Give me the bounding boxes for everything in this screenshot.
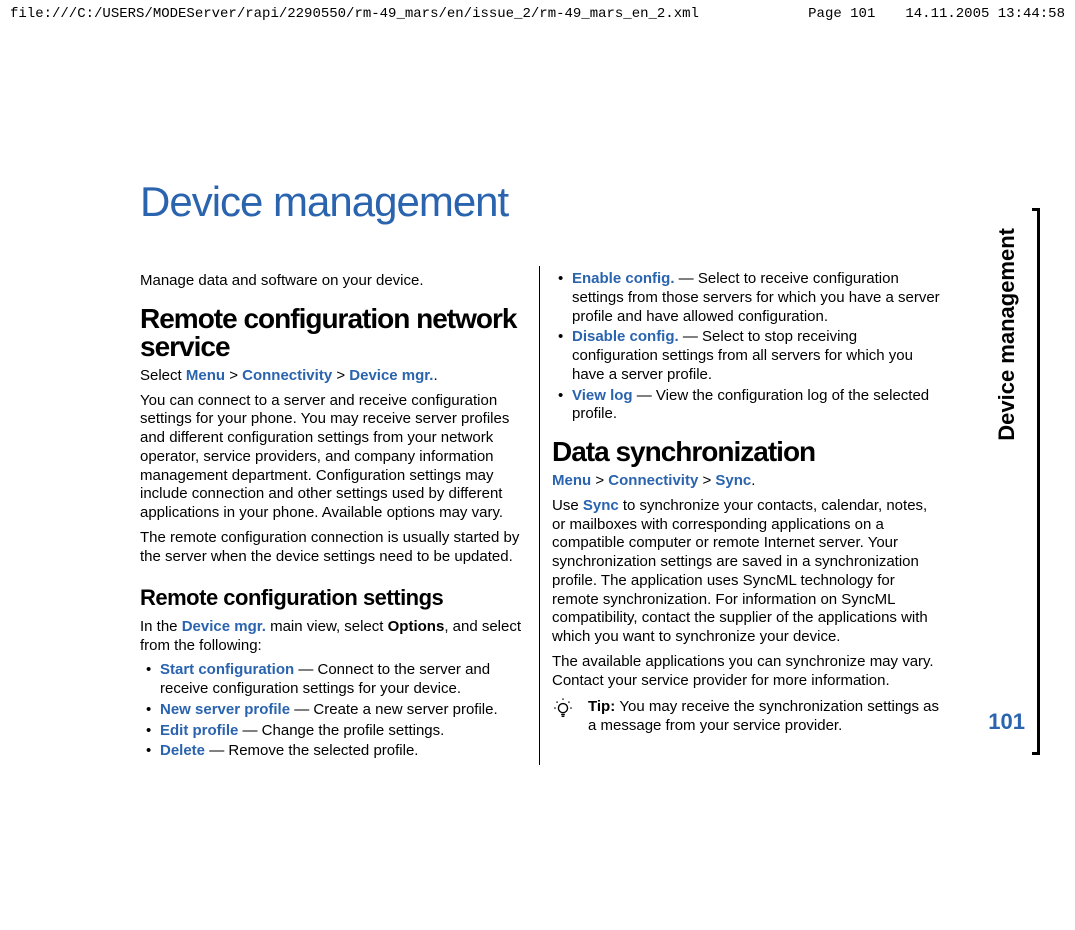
timestamp: 14.11.2005 13:44:58 bbox=[905, 6, 1065, 22]
tip-icon bbox=[552, 698, 576, 736]
list-item: Edit profile — Change the profile settin… bbox=[140, 722, 527, 741]
page-title: Device management bbox=[140, 178, 940, 226]
nav-sync: Sync bbox=[715, 472, 751, 489]
list-item: New server profile — Create a new server… bbox=[140, 701, 527, 720]
data-sync-heading: Data synchronization bbox=[552, 438, 940, 466]
nav-menu: Menu bbox=[552, 472, 591, 489]
remote-config-para1: You can connect to a server and receive … bbox=[140, 392, 527, 523]
column-right: Enable config. — Select to receive confi… bbox=[540, 266, 940, 765]
sync-availability-para: The available applications you can synch… bbox=[552, 653, 940, 691]
sidebar-section-label: Device management bbox=[994, 228, 1020, 441]
tip-text: Tip: You may receive the synchronization… bbox=[588, 698, 940, 736]
page-header: file:///C:/USERS/MODEServer/rapi/2290550… bbox=[0, 0, 1075, 28]
intro-text: Manage data and software on your device. bbox=[140, 272, 527, 291]
list-item: Disable config. — Select to stop receivi… bbox=[552, 328, 940, 384]
remote-config-heading: Remote configuration network service bbox=[140, 305, 527, 361]
remote-config-para2: The remote configuration connection is u… bbox=[140, 529, 527, 567]
nav-connectivity: Connectivity bbox=[242, 367, 332, 384]
settings-intro: In the Device mgr. main view, select Opt… bbox=[140, 618, 527, 656]
nav-path: Select Menu > Connectivity > Device mgr.… bbox=[140, 367, 527, 386]
sidebar: Device management 101 bbox=[980, 28, 1050, 765]
page-number: 101 bbox=[988, 709, 1025, 735]
page-content: Device management Manage data and softwa… bbox=[20, 28, 980, 765]
settings-list-left: Start configuration — Connect to the ser… bbox=[140, 661, 527, 761]
page-indicator: Page 101 bbox=[808, 6, 875, 22]
sidebar-border bbox=[1032, 208, 1040, 755]
nav-device-mgr: Device mgr. bbox=[349, 367, 433, 384]
settings-list-right: Enable config. — Select to receive confi… bbox=[552, 270, 940, 424]
sync-use-para: Use Sync to synchronize your contacts, c… bbox=[552, 497, 940, 647]
file-path: file:///C:/USERS/MODEServer/rapi/2290550… bbox=[10, 6, 778, 22]
tip-block: Tip: You may receive the synchronization… bbox=[552, 698, 940, 736]
remote-config-settings-heading: Remote configuration settings bbox=[140, 584, 527, 612]
nav-menu: Menu bbox=[186, 367, 225, 384]
sync-nav-path: Menu > Connectivity > Sync. bbox=[552, 472, 940, 491]
nav-connectivity: Connectivity bbox=[608, 472, 698, 489]
list-item: Delete — Remove the selected profile. bbox=[140, 742, 527, 761]
list-item: Enable config. — Select to receive confi… bbox=[552, 270, 940, 326]
column-left: Manage data and software on your device.… bbox=[140, 266, 540, 765]
list-item: View log — View the configuration log of… bbox=[552, 387, 940, 425]
list-item: Start configuration — Connect to the ser… bbox=[140, 661, 527, 699]
